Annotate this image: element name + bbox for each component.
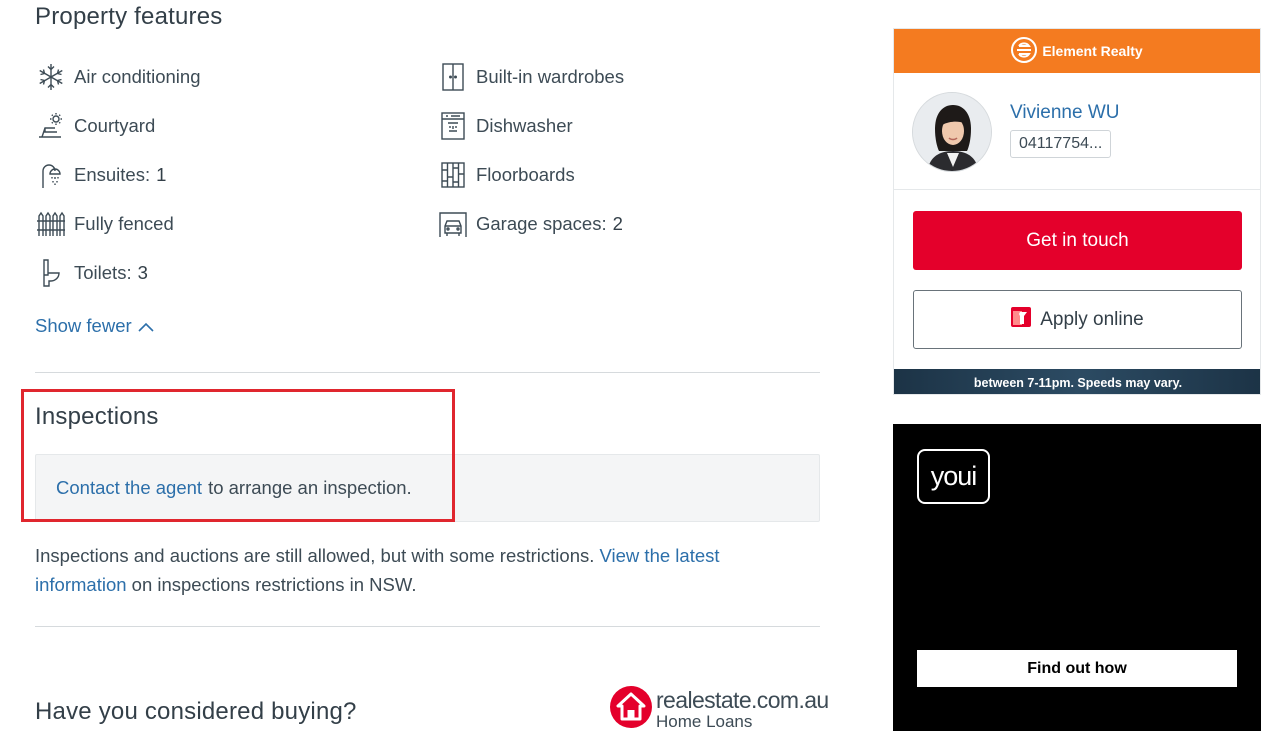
show-fewer-link[interactable]: Show fewer bbox=[35, 315, 154, 337]
feature-count: 2 bbox=[612, 213, 623, 234]
dishwasher-icon bbox=[437, 110, 469, 142]
feature-floorboards: Floorboards bbox=[437, 158, 575, 192]
agency-name: Element Realty bbox=[1042, 43, 1143, 59]
inspection-highlight-box bbox=[21, 389, 455, 522]
feature-courtyard: Courtyard bbox=[35, 109, 155, 143]
youi-logo: youi bbox=[917, 449, 990, 504]
divider bbox=[35, 372, 820, 373]
agent-avatar[interactable] bbox=[912, 92, 992, 172]
main-content: Property features Air conditioning Court… bbox=[21, 0, 829, 748]
divider bbox=[35, 626, 820, 627]
feature-dishwasher: Dishwasher bbox=[437, 109, 573, 143]
agent-name[interactable]: Vivienne WU bbox=[1010, 102, 1119, 124]
chevron-up-icon bbox=[132, 315, 154, 337]
feature-label: Ensuites: bbox=[74, 164, 151, 185]
feature-label: Air conditioning bbox=[74, 66, 201, 87]
logo-brand-text: realestate.com.au bbox=[656, 687, 829, 713]
youi-advertisement[interactable]: youi Find out how bbox=[893, 424, 1261, 731]
fence-icon bbox=[35, 208, 67, 240]
agent-phone-button[interactable]: 04117754... bbox=[1010, 130, 1112, 158]
property-features-title: Property features bbox=[35, 3, 223, 30]
apply-online-button[interactable]: Apply online bbox=[913, 290, 1242, 349]
notice-text: Inspections and auctions are still allow… bbox=[35, 545, 595, 566]
floorboards-icon bbox=[437, 159, 469, 191]
agent-card: Element Realty Vivienne WU 04117754... G… bbox=[893, 28, 1261, 395]
feature-count: 3 bbox=[137, 262, 148, 283]
apply-online-icon bbox=[1011, 306, 1040, 333]
agent-details: Vivienne WU 04117754... bbox=[912, 92, 1119, 172]
logo-sub-text: Home Loans bbox=[656, 712, 753, 731]
ad-strip-text: between 7-11pm. Speeds may vary. bbox=[973, 375, 1183, 390]
feature-toilets: Toilets: 3 bbox=[35, 256, 148, 290]
agency-banner[interactable]: Element Realty bbox=[894, 29, 1260, 73]
inspection-restrictions-notice: Inspections and auctions are still allow… bbox=[35, 541, 805, 599]
find-out-how-button[interactable]: Find out how bbox=[917, 650, 1237, 687]
ad-banner-strip[interactable]: between 7-11pm. Speeds may vary. bbox=[894, 369, 1260, 394]
feature-ensuites: Ensuites: 1 bbox=[35, 158, 166, 192]
show-fewer-label: Show fewer bbox=[35, 315, 132, 336]
notice-suffix: on inspections restrictions in NSW. bbox=[131, 574, 417, 595]
feature-label: Fully fenced bbox=[74, 213, 174, 234]
buying-title: Have you considered buying? bbox=[35, 698, 357, 725]
house-logo-icon bbox=[610, 686, 652, 733]
element-realty-logo-icon bbox=[1011, 36, 1042, 66]
wardrobe-icon bbox=[437, 61, 469, 93]
apply-online-label: Apply online bbox=[1040, 308, 1144, 330]
feature-label: Courtyard bbox=[74, 115, 156, 136]
feature-label: Floorboards bbox=[476, 164, 575, 185]
courtyard-icon bbox=[35, 110, 67, 142]
snowflake-icon bbox=[35, 61, 67, 93]
garage-icon bbox=[437, 208, 469, 240]
shower-icon bbox=[35, 159, 67, 191]
feature-label: Garage spaces: bbox=[476, 213, 607, 234]
feature-built-in-wardrobes: Built-in wardrobes bbox=[437, 60, 624, 94]
get-in-touch-button[interactable]: Get in touch bbox=[913, 211, 1242, 270]
feature-garage-spaces: Garage spaces: 2 bbox=[437, 207, 623, 241]
feature-label: Dishwasher bbox=[476, 115, 573, 136]
card-divider bbox=[894, 189, 1260, 190]
home-loans-logo[interactable]: realestate.com.au Home Loans bbox=[610, 686, 829, 733]
feature-fully-fenced: Fully fenced bbox=[35, 207, 174, 241]
feature-count: 1 bbox=[156, 164, 167, 185]
feature-air-conditioning: Air conditioning bbox=[35, 60, 201, 94]
toilet-icon bbox=[35, 257, 67, 289]
feature-label: Built-in wardrobes bbox=[476, 66, 625, 87]
feature-label: Toilets: bbox=[74, 262, 132, 283]
